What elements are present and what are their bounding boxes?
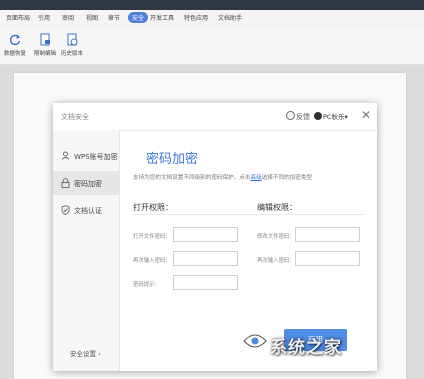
- data-restore-label: 数据恢复: [4, 51, 27, 57]
- feedback-icon: [286, 111, 295, 120]
- feedback-button[interactable]: 反馈: [286, 111, 310, 122]
- open-password-confirm-label: 再次输入密码：: [133, 258, 171, 264]
- sidebar-item-label: 文档认证: [74, 207, 102, 215]
- user-icon: [61, 151, 70, 160]
- tab-doc-assistant[interactable]: 文档助手: [218, 13, 242, 22]
- open-password-label: 打开文件密码：: [133, 234, 171, 240]
- tab-featured-apps[interactable]: 特色应用: [184, 13, 208, 22]
- edit-password-label: 修改文件密码：: [257, 234, 295, 240]
- edit-permission-title: 编辑权限：: [257, 203, 297, 212]
- sidebar-item-document-certification[interactable]: 文档认证: [53, 198, 119, 222]
- history-icon: [67, 33, 78, 46]
- advanced-link[interactable]: 高级: [250, 175, 261, 181]
- watermark-text: 系统之家: [270, 338, 342, 358]
- tab-developer-tools[interactable]: 开发工具: [150, 13, 174, 22]
- ribbon-toolbar: 数据恢复 限制编辑 历史版本: [0, 28, 424, 65]
- password-hint-input[interactable]: [173, 275, 238, 290]
- lock-icon: [61, 178, 70, 188]
- dialog-sidebar: WPS账号加密 密码加密 文档认证 安全设置 ›: [53, 130, 120, 371]
- history-version-button[interactable]: 历史版本: [61, 33, 83, 57]
- panel-description: 支持为您的文档设置不同级别的密码保护，点击高级选择不同的加密类型: [133, 173, 312, 181]
- ribbon-tab-bar: 页面布局 引用 审阅 视图 章节 安全 开发工具 特色应用 文档助手: [0, 10, 424, 28]
- open-password-confirm-input[interactable]: [173, 251, 238, 266]
- tab-review[interactable]: 审阅: [62, 13, 74, 22]
- restrict-edit-label: 限制编辑: [34, 51, 57, 57]
- restore-icon: [9, 34, 21, 46]
- close-icon[interactable]: ✕: [359, 107, 373, 123]
- tab-references[interactable]: 引用: [38, 13, 50, 22]
- tab-view[interactable]: 视图: [86, 13, 98, 22]
- tab-page-layout[interactable]: 页面布局: [6, 13, 30, 22]
- divider: [132, 214, 364, 215]
- edit-password-input[interactable]: [295, 227, 360, 242]
- edit-password-confirm-label: 再次输入密码：: [257, 258, 295, 264]
- dialog-header: 文档安全 反馈 PC秋乐▾ ✕: [53, 103, 377, 131]
- security-settings-link[interactable]: 安全设置 ›: [70, 348, 101, 358]
- description-text-after: 选择不同的加密类型: [261, 175, 313, 181]
- panel-title: 密码加密: [146, 152, 199, 167]
- user-name: PC秋乐▾: [323, 113, 348, 121]
- avatar: [314, 112, 322, 120]
- sidebar-item-label: 密码加密: [74, 180, 102, 188]
- open-password-input[interactable]: [173, 227, 238, 242]
- sidebar-item-label: WPS账号加密: [74, 153, 118, 161]
- shield-icon: [61, 205, 70, 215]
- history-version-label: 历史版本: [61, 51, 84, 57]
- app-titlebar: [0, 0, 424, 10]
- open-permission-title: 打开权限：: [133, 203, 173, 212]
- restrict-edit-button[interactable]: 限制编辑: [34, 33, 56, 57]
- feedback-label: 反馈: [296, 113, 310, 121]
- tab-security[interactable]: 安全: [128, 12, 149, 23]
- description-text: 支持为您的文档设置不同级别的密码保护，点击: [133, 175, 251, 181]
- tab-chapter[interactable]: 章节: [108, 13, 120, 22]
- sidebar-item-wps-account-encryption[interactable]: WPS账号加密: [53, 144, 119, 168]
- edit-password-confirm-input[interactable]: [295, 251, 360, 266]
- password-hint-label: 密码提示：: [133, 282, 160, 288]
- data-restore-button[interactable]: 数据恢复: [4, 33, 26, 57]
- restrict-edit-icon: [40, 33, 50, 46]
- dialog-title: 文档安全: [61, 113, 89, 121]
- sidebar-item-password-encryption[interactable]: 密码加密: [53, 171, 119, 195]
- watermark-logo-icon: [243, 334, 267, 348]
- user-menu[interactable]: PC秋乐▾: [314, 111, 348, 121]
